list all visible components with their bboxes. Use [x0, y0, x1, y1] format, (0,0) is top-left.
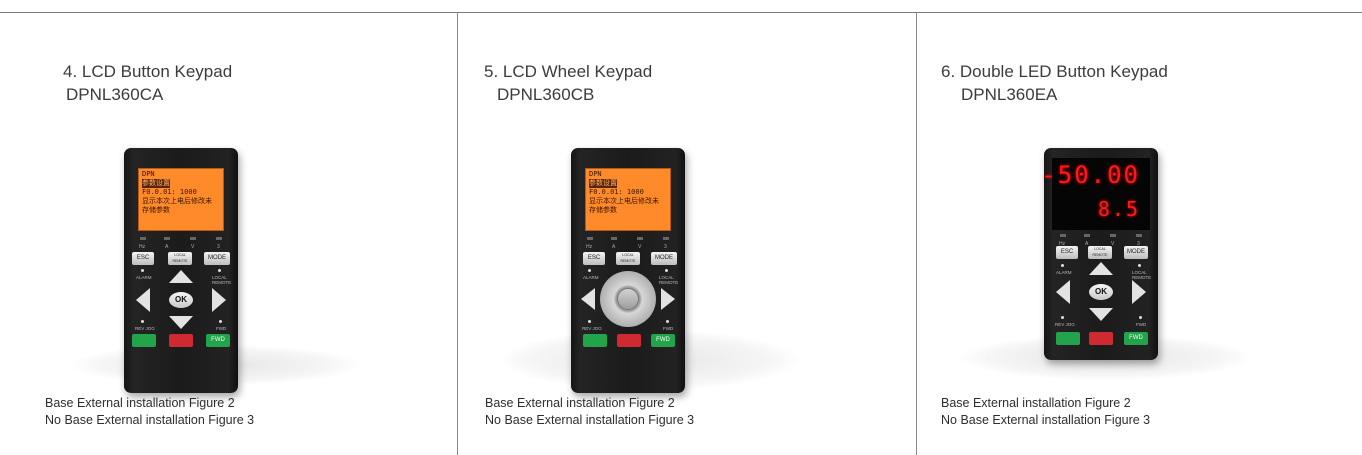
local-remote-button: LOCAL REMOTE: [616, 252, 640, 265]
fwd-led: [1139, 316, 1142, 319]
alarm-label: ALARM: [583, 275, 599, 280]
fwd-label: FWD: [1136, 322, 1147, 327]
stop-reset-button: [617, 334, 641, 347]
lcd-screen: DPN 参数设置 F0.0.01: 1000 显示本次上电后修改未 存储参数: [138, 168, 224, 231]
installation-notes: Base External installation Figure 2 No B…: [485, 395, 694, 429]
product-title: 6. Double LED Button Keypad: [941, 62, 1168, 81]
keypad-image-led-button: -50.00 8.5 Hz A V 3 ESC LOCAL REMOTE MODE A…: [1041, 148, 1158, 360]
product-model: DPNL360EA: [961, 85, 1058, 104]
local-remote-label: LOCAL REMOTE: [212, 275, 232, 285]
local-remote-label: LOCAL REMOTE: [659, 275, 679, 285]
up-arrow-icon: [1089, 262, 1113, 275]
up-arrow-icon: [169, 270, 193, 283]
note-line: Base External installation Figure 2: [45, 396, 235, 410]
esc-button: ESC: [132, 252, 154, 265]
down-arrow-icon: [1089, 308, 1113, 321]
rev-jog-button: [583, 334, 607, 347]
local-remote-label: LOCAL REMOTE: [1132, 270, 1152, 280]
alarm-led: [141, 269, 144, 272]
alarm-led: [588, 269, 591, 272]
fwd-button: FWD: [206, 334, 230, 347]
lcd-screen: DPN 参数设置 F0.0.01: 1000 显示本次上电后修改未 存储参数: [585, 168, 671, 231]
rev-led: [141, 320, 144, 323]
column-divider: [457, 12, 458, 455]
alarm-label: ALARM: [136, 275, 152, 280]
status-led: [218, 269, 221, 272]
ok-button: OK: [169, 292, 193, 308]
down-arrow-icon: [169, 316, 193, 329]
led-sub-readout: 8.5: [1097, 197, 1140, 221]
alarm-led: [1061, 264, 1064, 267]
rev-jog-label: REV JOG: [1055, 322, 1075, 327]
note-line: Base External installation Figure 2: [485, 396, 675, 410]
note-line: Base External installation Figure 2: [941, 396, 1131, 410]
fwd-button: FWD: [1124, 332, 1148, 345]
fwd-led: [219, 320, 222, 323]
rev-jog-button: [1056, 332, 1080, 345]
keypad-image-lcd-wheel: DPN 参数设置 F0.0.01: 1000 显示本次上电后修改未 存储参数 H…: [571, 148, 685, 393]
fwd-label: FWD: [216, 326, 227, 331]
rev-jog-label: REV JOG: [582, 326, 602, 331]
product-title: 5. LCD Wheel Keypad: [484, 62, 653, 81]
fwd-label: FWD: [663, 326, 674, 331]
note-line: No Base External installation Figure 3: [941, 413, 1151, 427]
fwd-led: [666, 320, 669, 323]
status-led: [665, 269, 668, 272]
installation-notes: Base External installation Figure 2 No B…: [941, 395, 1150, 429]
left-arrow-icon: [581, 288, 595, 310]
product-title: 4. LCD Button Keypad: [63, 62, 233, 81]
product-model: DPNL360CA: [66, 85, 164, 104]
column-divider: [916, 12, 917, 455]
local-remote-button: LOCAL REMOTE: [1088, 246, 1112, 259]
stop-reset-button: [169, 334, 193, 347]
keypad-image-lcd-button: DPN 参数设置 F0.0.01: 1000 显示本次上电后修改未 存储参数 H…: [124, 148, 238, 393]
indicator-row: Hz A V 3: [585, 237, 671, 253]
mode-button: MODE: [651, 252, 677, 265]
led-display: -50.00 8.5: [1041, 158, 1150, 230]
top-rule: [0, 12, 1362, 13]
mode-button: MODE: [204, 252, 230, 265]
esc-button: ESC: [1056, 246, 1078, 259]
product-model: DPNL360CB: [497, 85, 595, 104]
local-remote-button: LOCAL REMOTE: [168, 252, 192, 265]
rev-led: [588, 320, 591, 323]
installation-notes: Base External installation Figure 2 No B…: [45, 395, 254, 429]
rev-jog-button: [132, 334, 156, 347]
alarm-label: ALARM: [1056, 270, 1072, 275]
right-arrow-icon: [661, 288, 675, 310]
led-main-readout: -50.00: [1041, 161, 1140, 189]
esc-button: ESC: [583, 252, 605, 265]
stop-reset-button: [1089, 332, 1113, 345]
note-line: No Base External installation Figure 3: [485, 413, 695, 427]
left-arrow-icon: [1056, 280, 1070, 304]
right-arrow-icon: [1132, 280, 1146, 304]
fwd-button: FWD: [651, 334, 675, 347]
rev-jog-label: REV JOG: [135, 326, 155, 331]
indicator-row: Hz A V 3: [138, 237, 224, 253]
left-arrow-icon: [136, 288, 150, 312]
mode-button: MODE: [1124, 246, 1148, 259]
rev-led: [1061, 316, 1064, 319]
status-led: [1138, 264, 1141, 267]
wheel-center-button: [617, 288, 639, 310]
right-arrow-icon: [212, 288, 226, 312]
jog-wheel: [600, 271, 656, 327]
ok-button: OK: [1089, 284, 1113, 300]
note-line: No Base External installation Figure 3: [45, 413, 255, 427]
